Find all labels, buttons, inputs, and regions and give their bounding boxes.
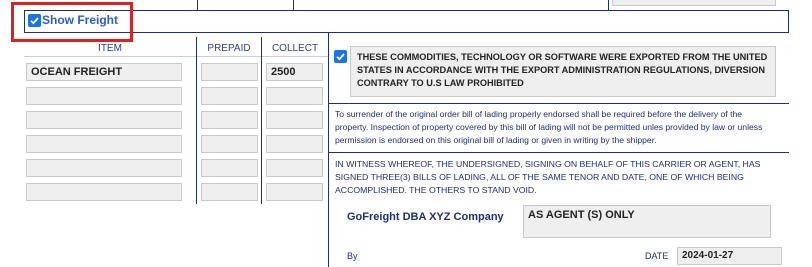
agent-field[interactable]: AS AGENT (S) ONLY (523, 205, 771, 238)
collect-field[interactable] (266, 111, 323, 129)
collect-column-header: COLLECT (271, 43, 319, 54)
item-field[interactable] (26, 135, 182, 153)
item-field[interactable] (26, 183, 182, 201)
export-notice-text: THESE COMMODITIES, TECHNOLOGY OR SOFTWAR… (350, 46, 776, 97)
date-field[interactable]: 2024-01-27 (677, 247, 782, 265)
prepaid-field[interactable] (201, 183, 258, 201)
collect-field[interactable] (266, 183, 323, 201)
collect-field[interactable] (266, 159, 323, 177)
item-field[interactable] (26, 111, 182, 129)
surrender-text: To surrender of the original order bill … (335, 109, 763, 145)
show-freight-bar (24, 10, 789, 32)
item-column-header: ITEM (98, 43, 122, 54)
show-freight-highlight (11, 2, 133, 42)
collect-field[interactable] (266, 87, 323, 105)
by-label: By (347, 251, 358, 261)
date-label: DATE (645, 251, 669, 261)
collect-field[interactable] (266, 135, 323, 153)
prepaid-column-header: PREPAID (207, 43, 251, 54)
column-divider-collect (328, 33, 329, 267)
prepaid-field[interactable] (201, 111, 258, 129)
table-header-line (24, 56, 328, 57)
prepaid-field[interactable] (201, 63, 258, 81)
prepaid-field[interactable] (201, 135, 258, 153)
company-name: GoFreight DBA XYZ Company (347, 211, 504, 223)
collect-field[interactable]: 2500 (266, 63, 323, 81)
column-divider-item (196, 37, 197, 204)
export-notice-checkbox[interactable] (334, 50, 347, 63)
surrender-bottom-border (329, 152, 789, 153)
top-divider-1 (197, 0, 198, 10)
item-field[interactable]: OCEAN FREIGHT (26, 63, 182, 81)
show-freight-bottom-border (24, 32, 789, 33)
top-partial-field[interactable] (612, 0, 776, 6)
export-notice-bottom-border (329, 103, 789, 104)
top-divider-2 (293, 0, 294, 10)
column-divider-prepaid (261, 37, 262, 204)
prepaid-field[interactable] (201, 87, 258, 105)
prepaid-field[interactable] (201, 159, 258, 177)
item-field[interactable] (26, 87, 182, 105)
item-field[interactable] (26, 159, 182, 177)
witness-text: IN WITNESS WHEREOF, THE UNDERSIGNED, SIG… (335, 159, 761, 195)
top-divider-3 (608, 0, 609, 10)
